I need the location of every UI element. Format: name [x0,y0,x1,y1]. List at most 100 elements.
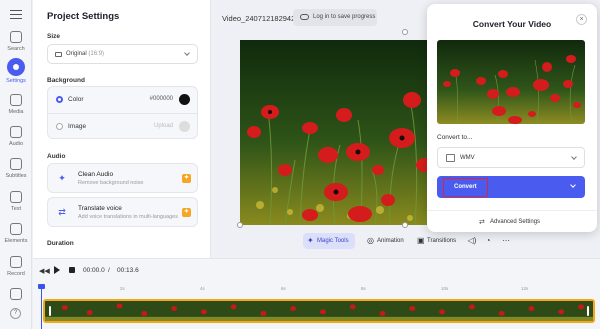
time-separator: / [108,267,110,274]
clean-audio-title: Clean Audio [78,171,114,178]
format-select[interactable]: WMV [437,147,585,168]
left-rail: Search Settings Media Audio Subtitles Te… [0,0,32,329]
more-options-icon[interactable]: ⋯ [501,236,511,246]
trim-handle-right[interactable] [587,306,589,316]
convert-video-modal: Convert Your Video × Convert to... WMV C… [427,4,597,232]
ruler-tick: 6s [281,286,286,291]
convert-label: Convert [454,184,477,190]
background-color-option[interactable]: Color #000000 [48,87,197,113]
audio-label: Audio [47,153,66,160]
modal-title: Convert Your Video [472,19,552,29]
elements-icon [10,223,22,235]
pro-badge-icon: ✦ [182,208,191,217]
color-label: Color [68,96,84,103]
size-value: Original (16:9) [66,51,105,57]
background-image-option[interactable]: Image Upload [48,113,197,139]
translate-title: Translate voice [78,205,122,212]
audio-icon [10,126,22,138]
clip-thumbnails [45,301,593,321]
ruler-tick: 2s [120,286,125,291]
settings-icon [7,58,25,76]
playhead[interactable] [38,284,45,329]
rail-item-media[interactable]: Media [0,94,32,115]
convert-button[interactable]: Convert [437,176,585,198]
image-radio[interactable] [56,123,63,130]
corner-handle-bottom-left[interactable] [237,222,243,228]
poppy-thumbnail-image [437,40,585,124]
chevron-down-icon[interactable] [570,182,576,188]
size-select[interactable]: Original (16:9) [47,44,198,64]
translate-icon: ⇄ [58,207,66,217]
corner-handle-bottom-right[interactable] [402,222,408,228]
upload-icon[interactable] [179,121,190,132]
panel-title: Project Settings [47,11,120,22]
translate-voice-card[interactable]: ⇄ Translate voice Add voice translations… [47,197,198,227]
image-upload-link[interactable]: Upload [154,123,173,129]
video-clip-track[interactable] [43,299,595,323]
clean-audio-subtitle: Remove background noise [78,180,144,186]
ruler-tick: 12s [521,286,529,291]
advanced-settings-label: Advanced Settings [490,219,541,225]
rail-item-search[interactable]: Search [0,31,32,52]
close-icon[interactable]: × [576,14,587,25]
format-value: WMV [460,155,475,161]
cloud-icon [300,14,309,20]
video-file-icon [446,154,455,162]
search-icon [10,31,22,43]
transitions-icon: ▣ [417,236,425,245]
rail-item-settings[interactable]: Settings [0,58,32,84]
video-title[interactable]: Video_240712182942 [222,14,295,23]
transitions-label: Transitions [427,238,457,244]
clean-audio-card[interactable]: ✦ Clean Audio Remove background noise ✦ [47,163,198,193]
rail-item-tools[interactable] [0,288,32,303]
rotate-handle[interactable] [402,29,408,35]
pro-badge-icon: ✦ [182,174,191,183]
rail-item-label: Subtitles [5,173,27,179]
magic-wand-icon: ✦ [307,236,314,245]
image-label: Image [68,123,87,130]
rail-item-label: Settings [6,78,26,84]
transitions-button[interactable]: ▣ Transitions [413,233,459,249]
ruler-tick: 10s [441,286,449,291]
animation-label: Animation [377,238,404,244]
current-time: 00:00.0 [83,267,105,274]
magic-tools-label: Magic Tools [317,238,349,244]
translate-subtitle: Add voice translations in multi-language… [78,214,178,220]
color-hex-value[interactable]: #000000 [150,96,173,102]
rail-item-label: Elements [4,238,28,244]
magic-tools-button[interactable]: ✦ Magic Tools [303,233,355,249]
rail-item-record[interactable]: Record [0,256,32,277]
advanced-settings-button[interactable]: ⇄ Advanced Settings [427,210,597,232]
total-time: 00:13.6 [117,267,139,274]
convert-to-label: Convert to... [437,134,473,141]
timeline-panel: ◀◀ 00:00.0 / 00:13.6 2s 4s 6s 8s 10s 12s [33,258,600,329]
speed-icon[interactable]: ◔ [483,236,493,246]
rail-item-audio[interactable]: Audio [0,126,32,147]
play-icon[interactable] [54,266,60,274]
playback-bar: ◀◀ 00:00.0 / 00:13.6 [33,259,600,283]
color-swatch[interactable] [179,94,190,105]
animation-button[interactable]: ◎ Animation [363,233,409,249]
text-icon [10,191,22,203]
video-thumbnail [437,40,585,124]
hamburger-menu-icon[interactable] [10,10,22,20]
rail-item-elements[interactable]: Elements [0,223,32,244]
stop-icon[interactable] [69,267,75,273]
rail-item-text[interactable]: Text [0,191,32,212]
trim-handle-left[interactable] [49,306,51,316]
skip-back-icon[interactable]: ◀◀ [39,267,50,275]
help-icon[interactable]: ? [10,308,21,319]
color-radio[interactable] [56,96,63,103]
time-ruler: 2s 4s 6s 8s 10s 12s [33,284,600,294]
login-button[interactable]: Log in to save progress [293,9,377,26]
record-icon [10,256,22,268]
volume-icon[interactable]: ◁) [467,236,477,246]
rail-item-label: Text [10,206,22,212]
animation-icon: ◎ [367,236,374,245]
sparkle-icon: ✦ [58,173,66,183]
rail-item-label: Search [7,46,25,52]
chevron-down-icon [571,154,577,160]
rail-item-label: Media [8,109,24,115]
rail-item-label: Audio [8,141,24,147]
rail-item-subtitles[interactable]: Subtitles [0,158,32,179]
